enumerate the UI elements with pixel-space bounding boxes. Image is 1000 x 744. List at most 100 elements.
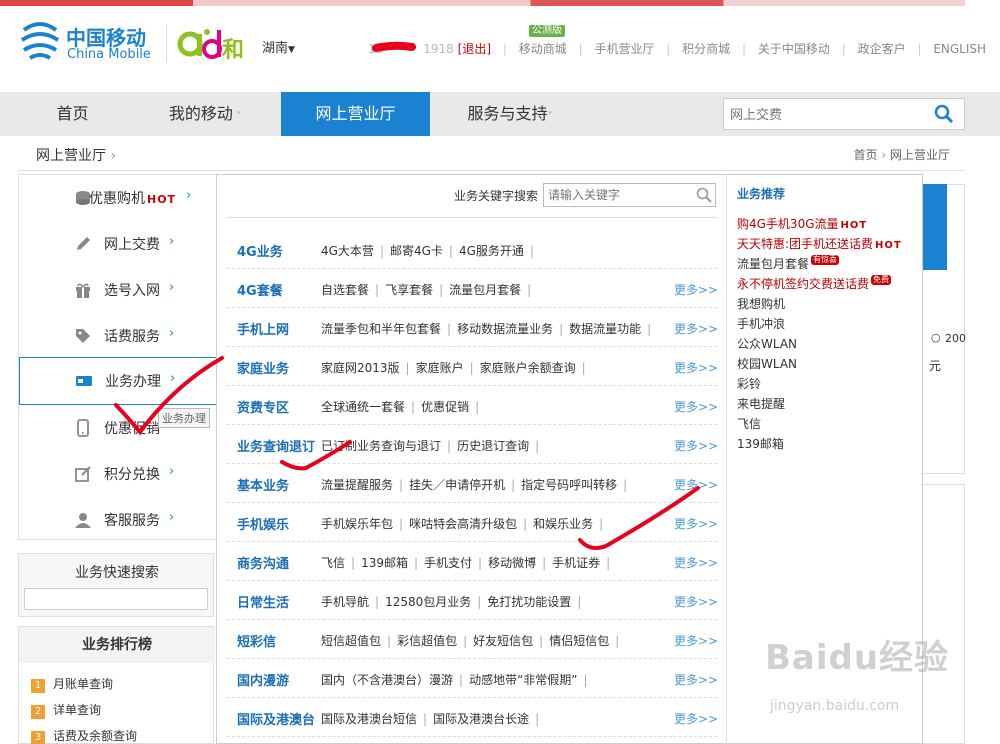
- service-link[interactable]: 流量季包和半年包套餐: [321, 320, 441, 337]
- service-link[interactable]: 指定号码呼叫转移: [521, 476, 617, 493]
- category-link[interactable]: 短彩信: [237, 631, 276, 650]
- service-link[interactable]: 数据流量功能: [569, 320, 641, 337]
- recommend-item[interactable]: 天天特惠:团手机还送话费 HOT: [737, 235, 902, 252]
- service-link[interactable]: 挂失／申请停开机: [409, 476, 505, 493]
- more-link[interactable]: 更多>>: [674, 632, 718, 649]
- menu-item-business[interactable]: 业务办理 ›: [19, 357, 219, 405]
- category-link[interactable]: 资费专区: [237, 397, 289, 416]
- more-link[interactable]: 更多>>: [674, 281, 718, 298]
- more-link[interactable]: 更多>>: [674, 320, 718, 337]
- service-link[interactable]: 4G大本营: [321, 242, 374, 259]
- category-link[interactable]: 日常生活: [237, 592, 289, 611]
- menu-item-customer-service[interactable]: 客服服务 ›: [19, 497, 219, 543]
- service-link[interactable]: 手机导航: [321, 593, 369, 610]
- top-link-enterprise[interactable]: 政企客户: [858, 40, 906, 57]
- logout-link[interactable]: [退出]: [458, 40, 491, 57]
- service-link[interactable]: 好友短信包: [473, 632, 533, 649]
- search-input[interactable]: [730, 105, 930, 125]
- service-link[interactable]: 飞享套餐: [385, 281, 433, 298]
- service-link[interactable]: 自选套餐: [321, 281, 369, 298]
- menu-item-choose-number[interactable]: 选号入网 ›: [19, 267, 219, 313]
- more-link[interactable]: 更多>>: [674, 359, 718, 376]
- service-link[interactable]: 彩信超值包: [397, 632, 457, 649]
- top-link-mall[interactable]: 移动商城: [519, 40, 567, 57]
- top-link-about[interactable]: 关于中国移动: [758, 40, 830, 57]
- nav-online-hall[interactable]: 网上营业厅: [281, 92, 430, 136]
- recommend-item[interactable]: 校园WLAN: [737, 355, 797, 372]
- recommend-item[interactable]: 来电提醒: [737, 395, 785, 412]
- more-link[interactable]: 更多>>: [674, 437, 718, 454]
- service-link[interactable]: 手机证券: [552, 554, 600, 571]
- service-link[interactable]: 手机娱乐年包: [321, 515, 393, 532]
- service-link[interactable]: 优惠促销: [421, 398, 469, 415]
- recommend-item[interactable]: 流量包月套餐 有惊喜: [737, 255, 840, 272]
- region-selector[interactable]: 湖南▼: [262, 37, 295, 56]
- ranking-item[interactable]: 2 详单查询: [31, 701, 101, 719]
- service-link[interactable]: 家庭账户: [416, 359, 464, 376]
- recommend-item[interactable]: 手机冲浪: [737, 315, 785, 332]
- breadcrumb-home[interactable]: 首页: [854, 148, 878, 162]
- top-link-points-mall[interactable]: 积分商城: [682, 40, 730, 57]
- menu-item-bill-service[interactable]: 话费服务 ›: [19, 313, 219, 359]
- nav-service-support[interactable]: 服务与支持˅: [440, 92, 580, 136]
- service-link[interactable]: 12580包月业务: [385, 593, 471, 610]
- top-link-mobile-hall[interactable]: 手机营业厅: [594, 40, 654, 57]
- category-link[interactable]: 业务查询退订: [237, 436, 315, 455]
- more-link[interactable]: 更多>>: [674, 710, 718, 727]
- service-link[interactable]: 移动数据流量业务: [457, 320, 553, 337]
- top-banner[interactable]: [0, 0, 965, 6]
- service-link[interactable]: 免打扰功能设置: [487, 593, 571, 610]
- recommend-item[interactable]: 公众WLAN: [737, 335, 797, 352]
- service-link[interactable]: 国际及港澳台短信: [321, 710, 417, 727]
- more-link[interactable]: 更多>>: [674, 398, 718, 415]
- category-link[interactable]: 4G套餐: [237, 280, 283, 299]
- service-link[interactable]: 情侣短信包: [549, 632, 609, 649]
- category-link[interactable]: 基本业务: [237, 475, 289, 494]
- service-link[interactable]: 家庭网2013版: [321, 359, 400, 376]
- recommend-item[interactable]: 购4G手机30G流量 HOT: [737, 215, 867, 232]
- nav-home[interactable]: 首页: [20, 92, 125, 136]
- search-icon[interactable]: [934, 104, 954, 124]
- service-link[interactable]: 邮寄4G卡: [390, 242, 443, 259]
- service-link[interactable]: 流量提醒服务: [321, 476, 393, 493]
- search-icon[interactable]: [696, 187, 712, 203]
- service-link[interactable]: 短信超值包: [321, 632, 381, 649]
- more-link[interactable]: 更多>>: [674, 515, 718, 532]
- and-logo[interactable]: 和: [176, 20, 246, 64]
- more-link[interactable]: 更多>>: [674, 593, 718, 610]
- service-link[interactable]: 家庭账户余额查询: [480, 359, 576, 376]
- more-link[interactable]: 更多>>: [674, 476, 718, 493]
- service-link[interactable]: 飞信: [321, 554, 345, 571]
- keyword-input[interactable]: [548, 187, 693, 203]
- recommend-item[interactable]: 我想购机: [737, 295, 785, 312]
- service-link[interactable]: 已订制业务查询与退订: [321, 437, 441, 454]
- service-link[interactable]: 咪咕特会高清升级包: [409, 515, 517, 532]
- category-link[interactable]: 商务沟通: [237, 553, 289, 572]
- menu-item-points[interactable]: 积分兑换 ›: [19, 451, 219, 497]
- recommend-item[interactable]: 永不停机签约交费送话费 免费: [737, 275, 892, 292]
- recommend-item[interactable]: 飞信: [737, 415, 761, 432]
- service-link[interactable]: 历史退订查询: [457, 437, 529, 454]
- recommend-item[interactable]: 139邮箱: [737, 435, 784, 452]
- service-link[interactable]: 动感地带“非常假期”: [469, 671, 577, 688]
- service-link[interactable]: 国内（不含港澳台）漫游: [321, 671, 453, 688]
- menu-item-discount-phone[interactable]: 优惠购机 HOT ›: [19, 175, 219, 221]
- service-link[interactable]: 4G服务开通: [459, 242, 524, 259]
- service-link[interactable]: 移动微博: [488, 554, 536, 571]
- category-link[interactable]: 4G业务: [237, 241, 283, 260]
- service-link[interactable]: 流量包月套餐: [449, 281, 521, 298]
- ranking-item[interactable]: 3 话费及余额查询: [31, 727, 137, 744]
- category-link[interactable]: 手机娱乐: [237, 514, 289, 533]
- quick-search-input[interactable]: [24, 588, 208, 610]
- service-link[interactable]: 手机支付: [424, 554, 472, 571]
- service-link[interactable]: 国际及港澳台长途: [433, 710, 529, 727]
- recommend-item[interactable]: 彩铃: [737, 375, 761, 392]
- category-link[interactable]: 国内漫游: [237, 670, 289, 689]
- category-link[interactable]: 家庭业务: [237, 358, 289, 377]
- top-link-english[interactable]: ENGLISH: [933, 42, 986, 56]
- more-link[interactable]: 更多>>: [674, 671, 718, 688]
- china-mobile-logo[interactable]: 中国移动 China Mobile: [18, 20, 158, 64]
- radio-icon[interactable]: ○: [931, 331, 941, 344]
- menu-item-online-pay[interactable]: 网上交费 ›: [19, 221, 219, 267]
- ranking-item[interactable]: 1 月账单查询: [31, 675, 113, 693]
